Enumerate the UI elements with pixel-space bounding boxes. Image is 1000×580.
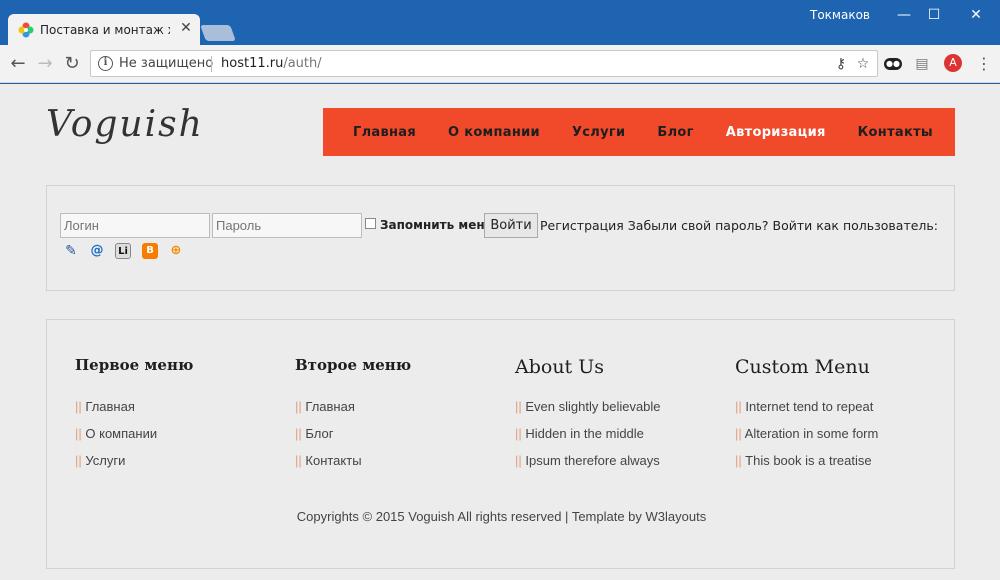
- tab-close-icon[interactable]: ✕: [178, 20, 194, 36]
- footer-link[interactable]: || Hidden in the middle: [515, 426, 715, 441]
- auth-form: Запомнить меня Войти Регистрация Забыли …: [46, 185, 955, 291]
- adblock-extension-icon[interactable]: A: [944, 54, 962, 72]
- tab-title: Поставка и монтаж холо: [40, 23, 170, 37]
- footer-column-custom-menu: Custom Menu || Internet tend to repeat |…: [735, 356, 935, 468]
- window-titlebar: Поставка и монтаж холо ✕ Токмаков — ☐ ✕: [0, 0, 1000, 45]
- link-bars: ||: [295, 426, 302, 441]
- menu-item-services[interactable]: Услуги: [572, 125, 625, 140]
- footer-link[interactable]: || Блог: [295, 426, 495, 441]
- menu-item-blog[interactable]: Блог: [657, 125, 693, 140]
- footer-link[interactable]: || Alteration in some form: [735, 426, 935, 441]
- link-bars: ||: [75, 453, 82, 468]
- link-bars: ||: [735, 453, 742, 468]
- browser-toolbar: ← → ↻ i Не защищено host11.ru/auth/ ⚷ ☆ …: [0, 45, 1000, 83]
- footer-link-text[interactable]: Alteration in some form: [745, 426, 879, 441]
- security-status[interactable]: Не защищено: [119, 56, 213, 71]
- link-bars: ||: [515, 426, 522, 441]
- footer-link[interactable]: || О компании: [75, 426, 275, 441]
- link-bars: ||: [75, 426, 82, 441]
- login-button[interactable]: Войти: [484, 213, 538, 238]
- info-icon[interactable]: i: [98, 56, 113, 71]
- footer-column-second-menu: Второе меню || Главная || Блог || Контак…: [295, 356, 495, 468]
- link-bars: ||: [515, 453, 522, 468]
- footer-link[interactable]: || Internet tend to repeat: [735, 399, 935, 414]
- footer-link[interactable]: || Ipsum therefore always: [515, 453, 715, 468]
- reload-icon[interactable]: ↻: [60, 52, 84, 76]
- close-window-icon[interactable]: ✕: [960, 4, 992, 26]
- address-bar[interactable]: i Не защищено host11.ru/auth/ ⚷ ☆: [90, 50, 878, 77]
- url-text[interactable]: host11.ru/auth/: [221, 56, 322, 71]
- footer-link-text[interactable]: Контакты: [305, 453, 361, 468]
- forward-icon[interactable]: →: [33, 52, 57, 76]
- link-bars: ||: [75, 399, 82, 414]
- footer-link-text[interactable]: Even slightly believable: [525, 399, 660, 414]
- link-bars: ||: [735, 426, 742, 441]
- openid-icon[interactable]: ⊕: [168, 243, 184, 259]
- blogger-icon[interactable]: B: [142, 243, 158, 259]
- footer-link-text[interactable]: Главная: [85, 399, 134, 414]
- footer-link[interactable]: || This book is a treatise: [735, 453, 935, 468]
- password-input[interactable]: [212, 213, 362, 238]
- footer-column-title: Первое меню: [75, 356, 194, 374]
- footer-link[interactable]: || Услуги: [75, 453, 275, 468]
- maximize-icon[interactable]: ☐: [918, 4, 950, 26]
- new-tab-button[interactable]: [200, 25, 236, 41]
- menu-item-auth[interactable]: Авторизация: [726, 125, 826, 140]
- address-separator: [211, 56, 212, 72]
- menu-item-contacts[interactable]: Контакты: [858, 125, 933, 140]
- footer-link-text[interactable]: Ipsum therefore always: [525, 453, 659, 468]
- footer-column-about-us: About Us || Even slightly believable || …: [515, 356, 715, 468]
- url-host: host11.ru: [221, 56, 284, 71]
- browser-menu-icon[interactable]: ⋮: [974, 54, 994, 74]
- link-bars: ||: [515, 399, 522, 414]
- incognito-extension-icon[interactable]: ●●: [884, 58, 902, 70]
- web-page: Voguish Главная О компании Услуги Блог А…: [0, 84, 1000, 580]
- key-icon[interactable]: ⚷: [831, 54, 851, 74]
- site-favicon-icon: [18, 22, 34, 38]
- menu-item-home[interactable]: Главная: [353, 125, 416, 140]
- footer-link[interactable]: || Even slightly believable: [515, 399, 715, 414]
- footer-link-text[interactable]: Главная: [305, 399, 354, 414]
- footer-link-text[interactable]: This book is a treatise: [745, 453, 871, 468]
- bookmark-star-icon[interactable]: ☆: [853, 54, 873, 74]
- footer-column-title: Второе меню: [295, 356, 412, 374]
- footer-link-text[interactable]: Hidden in the middle: [525, 426, 644, 441]
- link-bars: ||: [295, 453, 302, 468]
- auth-links[interactable]: Регистрация Забыли свой пароль? Войти ка…: [540, 218, 938, 233]
- link-bars: ||: [735, 399, 742, 414]
- minimize-icon[interactable]: —: [888, 4, 920, 26]
- footer-link-text[interactable]: Блог: [305, 426, 333, 441]
- main-menu: Главная О компании Услуги Блог Авторизац…: [323, 108, 955, 156]
- back-icon[interactable]: ←: [6, 52, 30, 76]
- footer-link-text[interactable]: Услуги: [85, 453, 125, 468]
- footer-link[interactable]: || Контакты: [295, 453, 495, 468]
- copyright-text: Copyrights © 2015 Voguish All rights res…: [296, 509, 707, 524]
- url-path: /auth/: [283, 56, 322, 71]
- site-footer: Первое меню || Главная || О компании || …: [46, 319, 955, 569]
- footer-column-title: About Us: [515, 356, 604, 378]
- liveinternet-icon[interactable]: Li: [115, 243, 131, 259]
- footer-link-text[interactable]: Internet tend to repeat: [745, 399, 873, 414]
- link-bars: ||: [295, 399, 302, 414]
- remember-label[interactable]: Запомнить меня: [380, 218, 492, 232]
- browser-tab[interactable]: Поставка и монтаж холо ✕: [8, 14, 200, 45]
- footer-column-title: Custom Menu: [735, 356, 870, 378]
- footer-link[interactable]: || Главная: [75, 399, 275, 414]
- mailru-icon[interactable]: @: [89, 243, 105, 259]
- menu-item-about[interactable]: О компании: [448, 125, 540, 140]
- livejournal-icon[interactable]: ✎: [63, 243, 79, 259]
- footer-column-first-menu: Первое меню || Главная || О компании || …: [75, 356, 275, 468]
- site-logo[interactable]: Voguish: [46, 104, 204, 145]
- login-input[interactable]: [60, 213, 210, 238]
- remember-checkbox[interactable]: [365, 218, 376, 229]
- extension-list-icon[interactable]: ▤: [912, 54, 932, 74]
- footer-link-text[interactable]: О компании: [85, 426, 157, 441]
- window-user-name[interactable]: Токмаков: [810, 8, 870, 22]
- footer-link[interactable]: || Главная: [295, 399, 495, 414]
